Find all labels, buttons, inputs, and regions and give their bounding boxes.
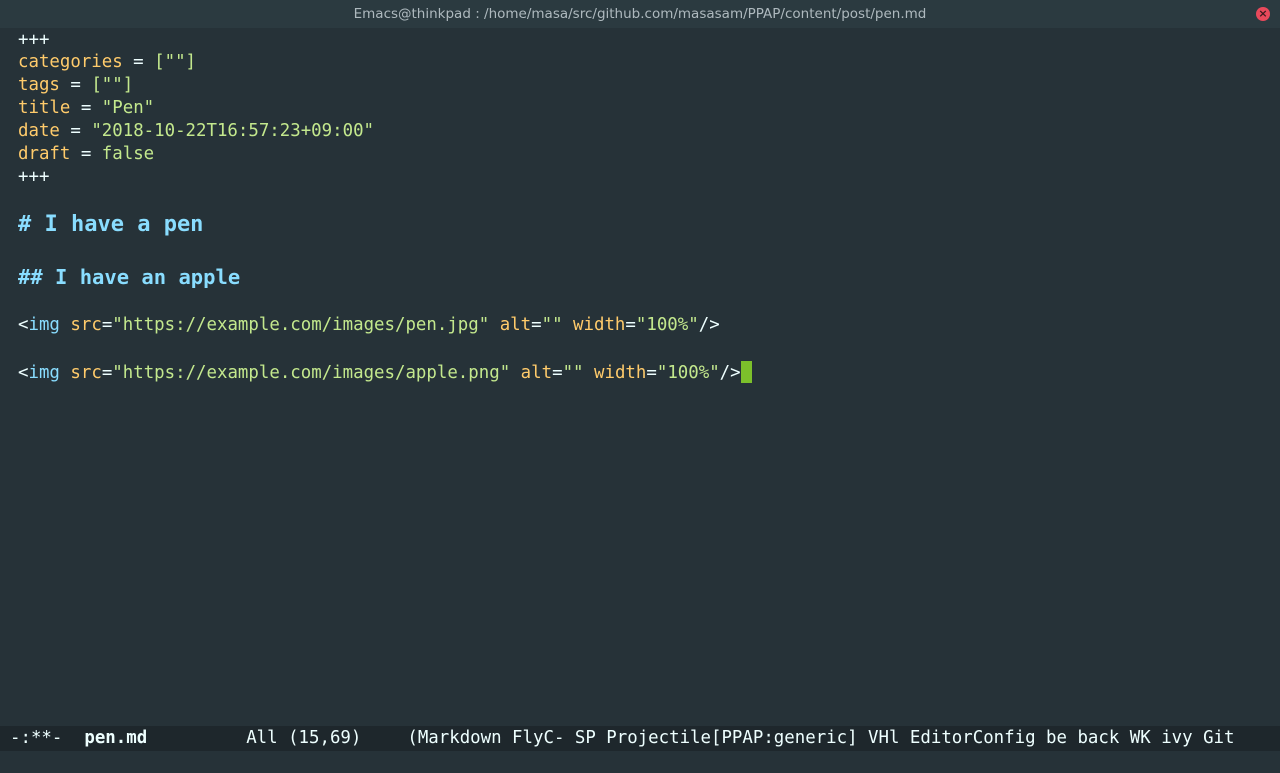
img-tag-line-1: <img src="https://example.com/images/pen… bbox=[18, 315, 720, 335]
title-key: title bbox=[18, 98, 71, 118]
alt-attr: alt bbox=[499, 315, 532, 335]
draft-key: draft bbox=[18, 144, 71, 164]
width-attr: width bbox=[573, 315, 626, 335]
window-titlebar: Emacs@thinkpad : /home/masa/src/github.c… bbox=[0, 0, 1280, 28]
modeline-modes[interactable]: (Markdown FlyC- SP Projectile[PPAP:gener… bbox=[407, 728, 1234, 748]
date-key: date bbox=[18, 121, 60, 141]
frontmatter-delimiter-close: +++ bbox=[18, 167, 50, 187]
heading-h2: ## I have an apple bbox=[18, 265, 241, 289]
equals-sign: = bbox=[70, 98, 102, 118]
modeline: -:**- pen.md All (15,69) (Markdown FlyC- SP… bbox=[0, 726, 1280, 751]
frontmatter-date-line: date = "2018-10-22T16:57:23+09:00" bbox=[18, 121, 374, 141]
modeline-buffer-name[interactable]: pen.md bbox=[84, 728, 147, 748]
text-cursor bbox=[740, 361, 752, 383]
tag-open-bracket: < bbox=[18, 363, 29, 383]
frontmatter-tags-line: tags = [""] bbox=[18, 75, 133, 95]
modeline-status: -:**- bbox=[10, 728, 63, 748]
equals-sign: = bbox=[122, 52, 155, 72]
frontmatter-categories-line: categories = [""] bbox=[18, 52, 196, 72]
modeline-position: All (15,69) bbox=[246, 728, 362, 748]
src-value: "https://example.com/images/apple.png" bbox=[112, 363, 511, 383]
tag-close: /> bbox=[698, 315, 720, 335]
frontmatter-delimiter-open: +++ bbox=[18, 30, 50, 50]
equals-sign: = bbox=[70, 144, 102, 164]
editor-buffer[interactable]: +++ categories = [""] tags = [""] title … bbox=[0, 28, 1280, 726]
img-tag-name: img bbox=[28, 315, 60, 335]
minibuffer[interactable] bbox=[0, 751, 1280, 773]
src-attr: src bbox=[70, 363, 102, 383]
width-attr: width bbox=[594, 363, 647, 383]
heading-h1: # I have a pen bbox=[18, 212, 204, 237]
date-value: "2018-10-22T16:57:23+09:00" bbox=[91, 121, 375, 141]
title-value: "Pen" bbox=[101, 98, 155, 118]
alt-value: "" bbox=[541, 315, 563, 335]
width-value: "100%" bbox=[656, 363, 720, 383]
tag-open-bracket: < bbox=[18, 315, 29, 335]
src-value: "https://example.com/images/pen.jpg" bbox=[112, 315, 490, 335]
tags-key: tags bbox=[18, 75, 60, 95]
categories-key: categories bbox=[18, 52, 123, 72]
frontmatter-draft-line: draft = false bbox=[18, 144, 154, 164]
alt-value: "" bbox=[562, 363, 584, 383]
draft-value: false bbox=[101, 144, 155, 164]
width-value: "100%" bbox=[635, 315, 699, 335]
alt-attr: alt bbox=[520, 363, 553, 383]
frontmatter-title-line: title = "Pen" bbox=[18, 98, 154, 118]
window-title: Emacs@thinkpad : /home/masa/src/github.c… bbox=[353, 6, 927, 22]
categories-value: [""] bbox=[154, 52, 197, 72]
tag-close: /> bbox=[719, 363, 741, 383]
tags-value: [""] bbox=[91, 75, 134, 95]
close-icon[interactable]: × bbox=[1256, 7, 1270, 21]
img-tag-line-2: <img src="https://example.com/images/app… bbox=[18, 361, 752, 383]
src-attr: src bbox=[70, 315, 102, 335]
equals-sign: = bbox=[59, 121, 92, 141]
img-tag-name: img bbox=[28, 363, 60, 383]
equals-sign: = bbox=[59, 75, 92, 95]
